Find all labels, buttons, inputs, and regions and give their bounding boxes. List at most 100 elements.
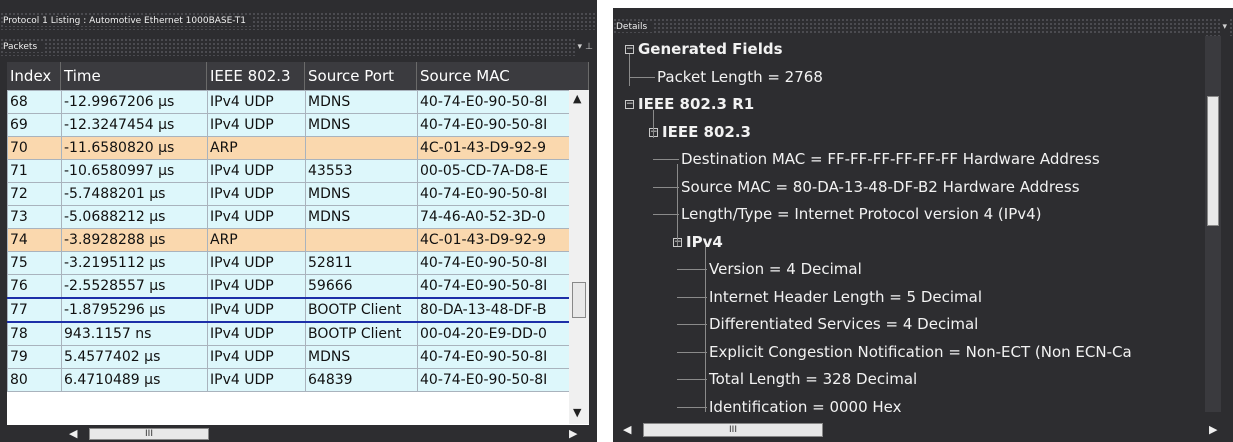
vertical-scroll-thumb[interactable]	[572, 282, 586, 318]
cell-source-mac: 40-74-E0-90-50-8I	[417, 182, 584, 206]
table-row[interactable]: 76 -2.5528557 µs IPv4 UDP 59666 40-74-E0-90-…	[7, 274, 584, 299]
packet-horizontal-scrollbar[interactable]: ◀ III ▶	[7, 425, 589, 442]
details-tree: − Generated Fields Packet Length = 2768− IE…	[613, 34, 1205, 412]
column-header-time[interactable]: Time	[61, 62, 207, 90]
cell-source-port: 52811	[305, 251, 418, 275]
scroll-down-icon[interactable]: ▼	[573, 406, 581, 419]
cell-time: -12.9967206 µs	[61, 90, 208, 114]
tree-connector	[629, 54, 630, 86]
cell-index: 77	[7, 297, 62, 323]
cell-ieee: IPv4 UDP	[207, 159, 306, 183]
cell-ieee: IPv4 UDP	[207, 274, 306, 299]
cell-index: 68	[7, 90, 62, 114]
cell-source-port: 64839	[305, 368, 418, 392]
tree-connector	[653, 214, 679, 215]
column-header-source-mac[interactable]: Source MAC	[417, 62, 589, 90]
tree-field-node[interactable]: Explicit Congestion Notification = Non-E…	[709, 341, 1132, 363]
table-row[interactable]: 68 -12.9967206 µs IPv4 UDP MDNS 40-74-E0-90-…	[7, 90, 584, 114]
tree-field-node[interactable]: Source MAC = 80-DA-13-48-DF-B2 Hardware …	[681, 176, 1080, 198]
cell-source-port	[305, 228, 418, 252]
cell-index: 76	[7, 274, 62, 299]
details-panel: Details ▾ − Generated Fields Packet Length…	[613, 8, 1233, 442]
cell-time: -2.5528557 µs	[61, 274, 208, 299]
table-row-selected[interactable]: 77 -1.8795296 µs IPv4 UDP BOOTP Client 80-DA…	[7, 297, 584, 323]
tree-connector	[653, 159, 679, 160]
chevron-down-icon[interactable]: ▾	[1220, 18, 1229, 36]
cell-source-port: 43553	[305, 159, 418, 183]
pin-icon[interactable]: ⊥	[583, 38, 595, 56]
cell-time: 943.1157 ns	[61, 321, 208, 346]
table-row[interactable]: 70 -11.6580820 µs ARP 4C-01-43-D9-92-9	[7, 136, 584, 160]
tree-field-node[interactable]: Total Length = 328 Decimal	[709, 368, 917, 390]
cell-source-mac: 00-05-CD-7A-D8-E	[417, 159, 584, 183]
table-row[interactable]: 78 943.1157 ns IPv4 UDP BOOTP Client 00-04-2…	[7, 321, 584, 346]
tree-connector	[653, 110, 654, 138]
cell-index: 74	[7, 228, 62, 252]
cell-index: 72	[7, 182, 62, 206]
table-row[interactable]: 73 -5.0688212 µs IPv4 UDP MDNS 74-46-A0-52-3…	[7, 205, 584, 229]
details-title: Details	[616, 22, 654, 32]
scroll-left-icon[interactable]: ◀	[69, 427, 77, 440]
details-horizontal-scroll-thumb[interactable]: III	[643, 423, 823, 437]
tree-field-node[interactable]: Destination MAC = FF-FF-FF-FF-FF-FF Hard…	[681, 148, 1100, 170]
cell-source-port	[305, 136, 418, 160]
details-vertical-scrollbar[interactable]	[1205, 36, 1221, 412]
table-row[interactable]: 72 -5.7488201 µs IPv4 UDP MDNS 40-74-E0-90-5…	[7, 182, 584, 206]
cell-index: 78	[7, 321, 62, 346]
cell-index: 80	[7, 368, 62, 392]
scroll-left-icon[interactable]: ◀	[623, 423, 631, 436]
column-header-ieee[interactable]: IEEE 802.3	[207, 62, 305, 90]
table-row[interactable]: 74 -3.8928288 µs ARP 4C-01-43-D9-92-9	[7, 228, 584, 252]
table-row[interactable]: 79 5.4577402 µs IPv4 UDP MDNS 40-74-E0-90-50…	[7, 345, 584, 369]
tree-group-node[interactable]: Generated Fields	[638, 38, 783, 60]
details-horizontal-scrollbar[interactable]: ◀ III ▶	[613, 418, 1233, 442]
cell-source-mac: 40-74-E0-90-50-8I	[417, 368, 584, 392]
packet-vertical-scrollbar[interactable]: ▲ ▼	[569, 90, 589, 424]
details-vertical-scroll-thumb[interactable]	[1207, 96, 1219, 226]
tree-field-node[interactable]: Differentiated Services = 4 Decimal	[709, 313, 978, 335]
cell-source-port: BOOTP Client	[305, 297, 418, 323]
cell-source-mac: 4C-01-43-D9-92-9	[417, 136, 584, 160]
cell-source-port: MDNS	[305, 205, 418, 229]
table-row[interactable]: 75 -3.2195112 µs IPv4 UDP 52811 40-74-E0-90-…	[7, 251, 584, 275]
cell-ieee: ARP	[207, 136, 306, 160]
cell-source-port: BOOTP Client	[305, 321, 418, 346]
cell-source-mac: 40-74-E0-90-50-8I	[417, 345, 584, 369]
horizontal-scroll-thumb[interactable]: III	[89, 428, 209, 440]
listing-window-title: Protocol 1 Listing : Automotive Ethernet…	[3, 16, 252, 26]
collapse-toggle-icon[interactable]: −	[625, 45, 634, 54]
cell-source-mac: 40-74-E0-90-50-8I	[417, 113, 584, 137]
packet-listing-panel: Protocol 1 Listing : Automotive Ethernet…	[0, 0, 597, 442]
scroll-up-icon[interactable]: ▲	[573, 92, 581, 105]
tree-group-node[interactable]: IEEE 802.3 R1	[638, 93, 754, 115]
table-row[interactable]: 80 6.4710489 µs IPv4 UDP 64839 40-74-E0-90-5…	[7, 368, 584, 392]
column-header-index[interactable]: Index	[7, 62, 61, 90]
tree-connector	[677, 351, 707, 353]
column-header-source-port[interactable]: Source Port	[305, 62, 417, 90]
table-row[interactable]: 71 -10.6580997 µs IPv4 UDP 43553 00-05-CD-7A…	[7, 159, 584, 183]
tree-connector	[677, 324, 707, 325]
scroll-right-icon[interactable]: ▶	[569, 427, 577, 440]
tree-field-node[interactable]: Packet Length = 2768	[657, 66, 823, 88]
cell-ieee: ARP	[207, 228, 306, 252]
cell-index: 79	[7, 345, 62, 369]
tree-field-node[interactable]: Internet Header Length = 5 Decimal	[709, 286, 982, 308]
tree-connector	[653, 186, 679, 188]
cell-time: -12.3247454 µs	[61, 113, 208, 137]
table-row[interactable]: 69 -12.3247454 µs IPv4 UDP MDNS 40-74-E0-90-…	[7, 113, 584, 137]
tree-field-node[interactable]: Version = 4 Decimal	[709, 258, 862, 280]
cell-source-mac: 80-DA-13-48-DF-B	[417, 297, 584, 323]
cell-source-port: MDNS	[305, 90, 418, 114]
scroll-right-icon[interactable]: ▶	[1209, 423, 1217, 436]
cell-ieee: IPv4 UDP	[207, 321, 306, 346]
tree-group-node[interactable]: IEEE 802.3	[662, 121, 751, 143]
tree-field-node[interactable]: Length/Type = Internet Protocol version …	[681, 203, 1042, 225]
cell-index: 71	[7, 159, 62, 183]
cell-time: -5.7488201 µs	[61, 182, 208, 206]
cell-source-port: MDNS	[305, 113, 418, 137]
cell-ieee: IPv4 UDP	[207, 251, 306, 275]
tree-field-node[interactable]: Identification = 0000 Hex	[709, 396, 902, 413]
collapse-toggle-icon[interactable]: −	[625, 100, 634, 109]
cell-index: 75	[7, 251, 62, 275]
cell-time: -3.8928288 µs	[61, 228, 208, 252]
